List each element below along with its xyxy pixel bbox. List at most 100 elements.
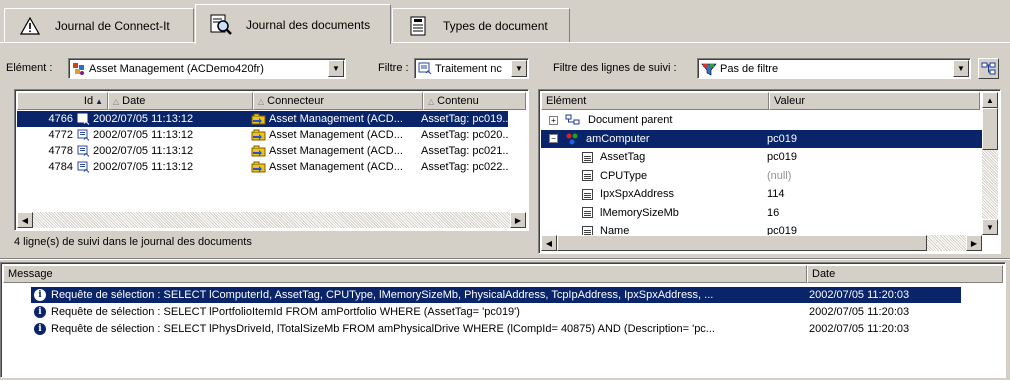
- connector-icon: [251, 129, 266, 141]
- tree-row-value: pc019: [767, 151, 797, 163]
- documents-table: Id ▲ △ Date △ Connecteur △ Contenu 4766 2002/…: [14, 89, 529, 231]
- collection-icon: [566, 133, 578, 144]
- document-icon: [77, 145, 90, 157]
- tree-row-label: CPUType: [600, 169, 648, 182]
- tab-document-types[interactable]: Types de document: [392, 8, 570, 42]
- chevron-down-icon[interactable]: ▼: [328, 60, 344, 77]
- document-tree: Elément Valeur + Document parent − amComput…: [538, 89, 1001, 254]
- table-row[interactable]: 4766 2002/07/05 11:13:12 Asset Management …: [17, 111, 508, 127]
- horizontal-scrollbar[interactable]: [17, 212, 526, 228]
- column-header-id[interactable]: Id ▲: [17, 92, 108, 110]
- warning-icon: [19, 15, 41, 37]
- tree-row-value: 114: [767, 188, 785, 200]
- tab-documents-journal[interactable]: Journal des documents: [195, 4, 391, 44]
- tab-connectit-journal[interactable]: Journal de Connect-It: [4, 8, 194, 42]
- row-date: 2002/07/05 11:13:12: [93, 161, 194, 173]
- tab-label: Journal de Connect-It: [55, 18, 170, 33]
- asset-management-icon: [73, 62, 84, 75]
- tree-row[interactable]: + Document parent: [541, 111, 982, 129]
- tree-row-label: amComputer: [586, 132, 650, 145]
- connector-icon: [251, 113, 269, 125]
- tree-row-label: Document parent: [588, 114, 673, 126]
- scroll-left-icon[interactable]: ◀: [17, 212, 33, 228]
- field-icon: [582, 151, 593, 163]
- tree-row-value: (null): [767, 169, 792, 182]
- tree-row[interactable]: CPUType (null): [541, 167, 982, 185]
- filter-select-value: Traitement nc: [435, 62, 502, 75]
- column-header-element[interactable]: Elément: [541, 92, 769, 110]
- message-text: Requête de sélection : SELECT lComputerI…: [51, 289, 714, 301]
- chevron-down-icon[interactable]: ▼: [953, 60, 969, 77]
- horizontal-scroll-thumb[interactable]: [557, 235, 927, 251]
- filter-select[interactable]: Traitement nc ▼: [414, 58, 529, 79]
- row-id: 4766: [48, 113, 73, 125]
- message-row[interactable]: i Requête de sélection : SELECT lPhysDriv…: [31, 321, 961, 337]
- tab-label: Journal des documents: [246, 17, 371, 32]
- row-id: 4778: [48, 145, 73, 157]
- tracking-filter-label: Filtre des lignes de suivi :: [553, 62, 677, 74]
- connector-icon: [251, 161, 269, 173]
- element-select[interactable]: Asset Management (ACDemo420fr) ▼: [68, 58, 346, 79]
- tracking-filter-select[interactable]: Pas de filtre ▼: [697, 58, 971, 79]
- scroll-right-icon[interactable]: ▶: [510, 212, 526, 228]
- tree-view-toggle-button[interactable]: [978, 58, 999, 79]
- scroll-up-icon[interactable]: ▲: [982, 92, 998, 108]
- splitter[interactable]: [0, 258, 1010, 260]
- row-date: 2002/07/05 11:13:12: [93, 129, 194, 141]
- column-header-date[interactable]: Date: [807, 265, 1003, 283]
- column-header-message[interactable]: Message: [3, 265, 807, 283]
- element-label: Elément :: [6, 62, 53, 74]
- tree-row[interactable]: lMemorySizeMb 16: [541, 204, 982, 222]
- column-header-connector[interactable]: △ Connecteur: [253, 92, 423, 110]
- tree-row[interactable]: AssetTag pc019: [541, 148, 982, 166]
- table-row[interactable]: 4784 2002/07/05 11:13:12 Asset Management …: [17, 159, 508, 175]
- tree-row-label: IpxSpxAddress: [600, 188, 674, 200]
- message-text: Requête de sélection : SELECT lPortfolio…: [51, 306, 520, 318]
- connector-icon: [251, 145, 266, 157]
- row-content: AssetTag: pc020...: [421, 129, 508, 141]
- scroll-right-icon[interactable]: ▶: [966, 235, 982, 251]
- sort-ascending-icon: ▲: [95, 96, 103, 106]
- collapse-minus-icon[interactable]: −: [549, 134, 558, 143]
- documents-status-text: 4 ligne(s) de suivi dans le journal des …: [14, 236, 252, 248]
- tree-row-label: AssetTag: [600, 151, 646, 163]
- scroll-down-icon[interactable]: ▼: [982, 219, 998, 235]
- no-filter-icon: [701, 63, 717, 75]
- table-row[interactable]: 4772 2002/07/05 11:13:12 Asset Management …: [17, 127, 508, 143]
- document-types-icon: [407, 15, 429, 37]
- row-content: AssetTag: pc019...: [421, 113, 508, 125]
- sort-indicator-icon: △: [428, 96, 435, 106]
- column-header-date[interactable]: △ Date: [108, 92, 253, 110]
- info-icon: i: [31, 306, 49, 318]
- vertical-scroll-thumb[interactable]: [982, 108, 998, 150]
- message-date: 2002/07/05 11:20:03: [809, 306, 910, 318]
- document-icon: [77, 161, 90, 173]
- expand-plus-icon[interactable]: +: [549, 115, 558, 125]
- row-content: AssetTag: pc022...: [421, 161, 508, 173]
- column-header-content[interactable]: △ Contenu: [423, 92, 526, 110]
- chevron-down-icon[interactable]: ▼: [511, 60, 527, 77]
- table-row[interactable]: 4778 2002/07/05 11:13:12 Asset Management …: [17, 143, 508, 159]
- document-icon: [77, 129, 93, 141]
- document-icon: [77, 145, 93, 157]
- message-row[interactable]: i Requête de sélection : SELECT lComputer…: [31, 287, 961, 303]
- row-connector: Asset Management (ACD...: [269, 145, 403, 157]
- field-icon: [582, 207, 593, 218]
- message-row[interactable]: i Requête de sélection : SELECT lPortfoli…: [31, 304, 961, 320]
- tracking-filter-value: Pas de filtre: [720, 62, 779, 75]
- row-connector: Asset Management (ACD...: [269, 113, 403, 125]
- tree-row[interactable]: IpxSpxAddress 114: [541, 185, 982, 203]
- document-icon: [77, 113, 93, 125]
- connector-icon: [251, 161, 266, 173]
- connector-icon: [251, 129, 269, 141]
- tree-row-value: 16: [767, 206, 780, 219]
- document-filter-icon: [418, 62, 432, 75]
- column-header-value[interactable]: Valeur: [769, 92, 980, 110]
- row-id: 4784: [48, 161, 73, 173]
- tree-row[interactable]: −amComputeripc019: [541, 129, 982, 148]
- message-text: Requête de sélection : SELECT lPhysDrive…: [51, 323, 715, 335]
- row-date: 2002/07/05 11:13:12: [93, 145, 194, 157]
- sort-indicator-icon: △: [258, 96, 265, 106]
- scroll-left-icon[interactable]: ◀: [541, 235, 557, 251]
- tab-label: Types de document: [443, 18, 548, 33]
